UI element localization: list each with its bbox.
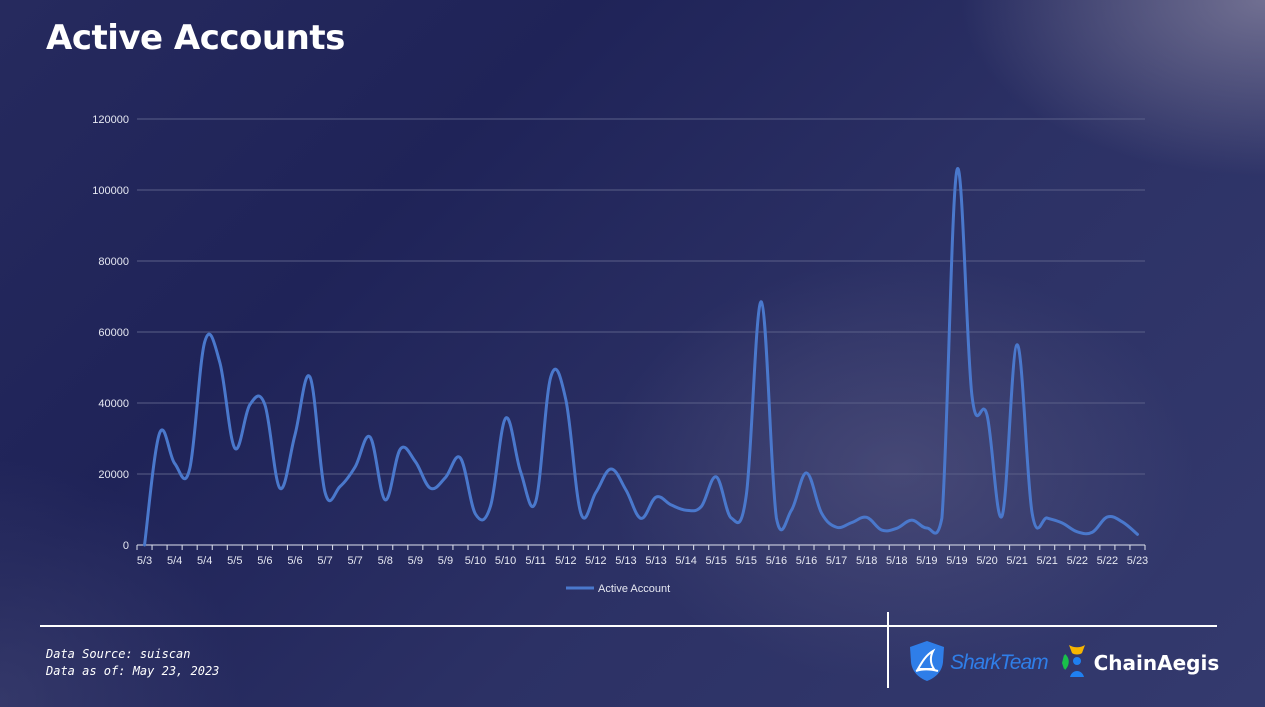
x-tick-label: 5/4 — [167, 555, 182, 567]
x-tick-label: 5/6 — [257, 555, 272, 567]
x-tick-label: 5/23 — [1127, 555, 1148, 567]
x-tick-label: 5/14 — [675, 555, 696, 567]
series-line-active-account — [143, 167, 1139, 547]
x-tick-label: 5/21 — [1036, 555, 1057, 567]
data-source: Data Source: suiscan — [46, 647, 191, 661]
y-tick-label: 80000 — [98, 256, 129, 268]
series-layer — [143, 167, 1139, 547]
x-tick-label: 5/11 — [525, 555, 546, 567]
x-axis: 5/3 5/4 5/4 5/5 5/6 5/6 5/7 5/7 5/8 5/9 5/9 5/10 5/1… — [136, 544, 1148, 567]
y-tick-label: 100000 — [92, 185, 129, 197]
x-tick-label: 5/15 — [736, 555, 757, 567]
y-tick-label: 120000 — [92, 114, 129, 126]
x-tick-label: 5/13 — [645, 555, 666, 567]
y-axis: 0 20000 40000 60000 80000 100000 120000 — [92, 114, 129, 552]
data-source-note: Data Source: suiscan Data as of: May 23,… — [46, 646, 219, 680]
chainaegis-logo-icon — [1061, 643, 1090, 683]
x-tick-label: 5/18 — [886, 555, 907, 567]
data-as-of: Data as of: May 23, 2023 — [46, 664, 220, 678]
x-tick-label: 5/5 — [227, 555, 242, 567]
x-tick-label: 5/8 — [378, 555, 393, 567]
sharkteam-shield-icon — [908, 640, 946, 686]
chainaegis-logo-text: ChainAegis — [1093, 651, 1220, 675]
x-tick-label: 5/9 — [438, 555, 453, 567]
legend-label: Active Account — [598, 583, 670, 595]
x-tick-label: 5/16 — [766, 555, 787, 567]
x-tick-label: 5/9 — [408, 555, 423, 567]
x-tick-label: 5/4 — [197, 555, 212, 567]
x-tick-label: 5/6 — [287, 555, 302, 567]
x-tick-label: 5/10 — [495, 555, 516, 567]
gridlines — [137, 118, 1145, 475]
logos: SharkTeam ChainAegis — [908, 640, 1220, 686]
x-tick-label: 5/17 — [826, 555, 847, 567]
footer-vertical-divider — [887, 612, 889, 688]
x-tick-label: 5/22 — [1067, 555, 1088, 567]
line-chart: 0 20000 40000 60000 80000 100000 120000 5/3 5/4… — [92, 114, 1148, 595]
footer-divider — [40, 625, 1217, 627]
x-tick-label: 5/19 — [946, 555, 967, 567]
x-tick-label: 5/12 — [555, 555, 576, 567]
x-tick-label: 5/3 — [137, 555, 152, 567]
legend[interactable]: Active Account — [566, 583, 670, 595]
x-tick-label: 5/13 — [615, 555, 636, 567]
x-tick-label: 5/18 — [856, 555, 877, 567]
x-tick-label: 5/12 — [585, 555, 606, 567]
x-tick-label: 5/10 — [465, 555, 486, 567]
x-tick-label: 5/7 — [348, 555, 363, 567]
sharkteam-logo-text: SharkTeam — [950, 651, 1049, 674]
y-tick-label: 60000 — [98, 327, 129, 339]
y-tick-label: 20000 — [98, 469, 129, 481]
x-tick-label: 5/22 — [1097, 555, 1118, 567]
x-tick-label: 5/7 — [317, 555, 332, 567]
y-tick-label: 40000 — [98, 398, 129, 410]
x-tick-label: 5/20 — [976, 555, 997, 567]
x-tick-label: 5/21 — [1006, 555, 1027, 567]
x-tick-label: 5/15 — [706, 555, 727, 567]
y-tick-label: 0 — [123, 540, 129, 552]
x-tick-label: 5/16 — [796, 555, 817, 567]
x-tick-label: 5/19 — [916, 555, 937, 567]
